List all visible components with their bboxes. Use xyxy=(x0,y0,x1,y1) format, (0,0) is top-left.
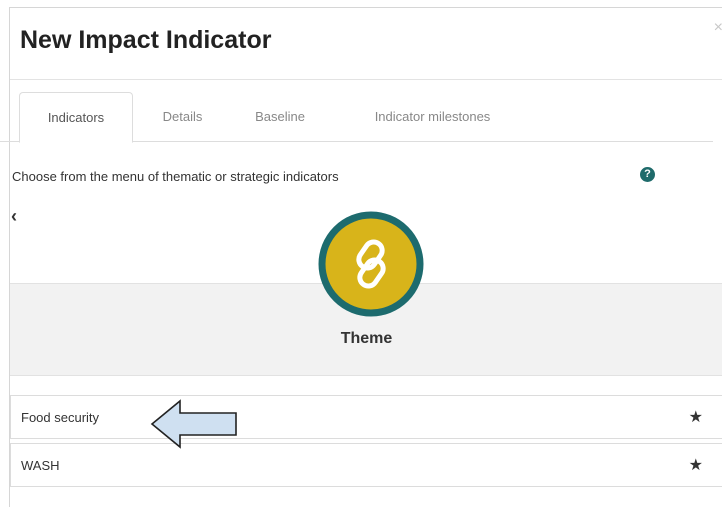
star-icon[interactable]: ★ xyxy=(689,444,703,488)
back-chevron-icon[interactable]: ‹ xyxy=(11,206,17,227)
indicator-tabs: Indicators Details Baseline Indicator mi… xyxy=(0,92,713,143)
tab-details[interactable]: Details xyxy=(145,92,220,142)
list-item-food-security[interactable]: Food security ★ xyxy=(10,395,722,439)
list-item-label: WASH xyxy=(21,458,60,473)
theme-link-icon-button[interactable] xyxy=(318,211,424,317)
theme-circle xyxy=(318,211,424,317)
list-item-label: Food security xyxy=(21,410,100,425)
close-icon[interactable]: × xyxy=(714,20,722,36)
instruction-text: Choose from the menu of thematic or stra… xyxy=(12,169,339,184)
theme-label: Theme xyxy=(340,330,393,347)
tab-indicator-milestones[interactable]: Indicator milestones xyxy=(345,92,520,142)
theme-list: Food security ★ WASH ★ xyxy=(10,395,722,491)
tab-indicators[interactable]: Indicators xyxy=(19,92,133,143)
list-item-wash[interactable]: WASH ★ xyxy=(10,443,722,487)
star-icon[interactable]: ★ xyxy=(689,396,703,440)
question-icon[interactable]: ? xyxy=(640,167,655,182)
modal-header: New Impact Indicator × xyxy=(10,8,722,80)
left-arrow-icon xyxy=(150,399,237,449)
tab-baseline[interactable]: Baseline xyxy=(240,92,320,142)
modal-title: New Impact Indicator xyxy=(20,26,272,54)
